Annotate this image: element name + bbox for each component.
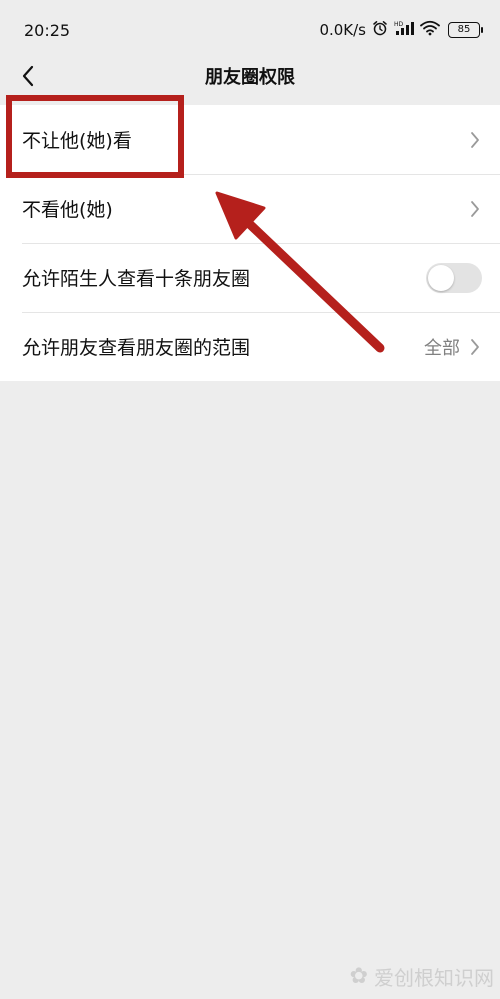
network-speed: 0.0K/s: [319, 21, 366, 39]
wifi-icon: [420, 20, 440, 40]
setting-value: 全部: [424, 337, 460, 359]
setting-stranger-view-ten: 允许陌生人查看十条朋友圈: [0, 243, 500, 312]
svg-text:HD: HD: [394, 21, 404, 28]
watermark: ✿ 爱创根知识网: [350, 962, 494, 991]
setting-label: 允许朋友查看朋友圈的范围: [22, 337, 251, 359]
status-time: 20:25: [24, 20, 71, 40]
toggle-knob: [428, 264, 454, 291]
settings-list: 不让他(她)看 不看他(她) 允许陌生人查看十条朋友圈 允许朋友查看朋友圈的范围…: [0, 105, 500, 381]
watermark-text: 爱创根知识网: [374, 966, 494, 990]
nav-bar: 朋友圈权限: [0, 48, 500, 104]
setting-label: 不看他(她): [22, 199, 113, 221]
setting-hide-my-posts[interactable]: 不让他(她)看: [0, 105, 500, 174]
stranger-view-toggle[interactable]: [426, 262, 482, 293]
hd-signal-icon: HD: [394, 20, 414, 40]
setting-friend-view-range[interactable]: 允许朋友查看朋友圈的范围 全部: [0, 312, 500, 381]
alarm-icon: [372, 20, 388, 40]
back-button[interactable]: [10, 58, 46, 94]
watermark-logo-icon: ✿: [349, 964, 368, 989]
setting-hide-their-posts[interactable]: 不看他(她): [0, 174, 500, 243]
setting-label: 允许陌生人查看十条朋友圈: [22, 268, 251, 290]
page-title: 朋友圈权限: [205, 67, 295, 88]
chevron-right-icon: [468, 335, 482, 359]
battery-icon: 85: [448, 22, 483, 38]
setting-label: 不让他(她)看: [22, 130, 132, 152]
chevron-right-icon: [468, 197, 482, 221]
chevron-right-icon: [468, 128, 482, 152]
chevron-left-icon: [22, 65, 34, 87]
status-icons: 0.0K/s HD 85: [319, 20, 483, 40]
